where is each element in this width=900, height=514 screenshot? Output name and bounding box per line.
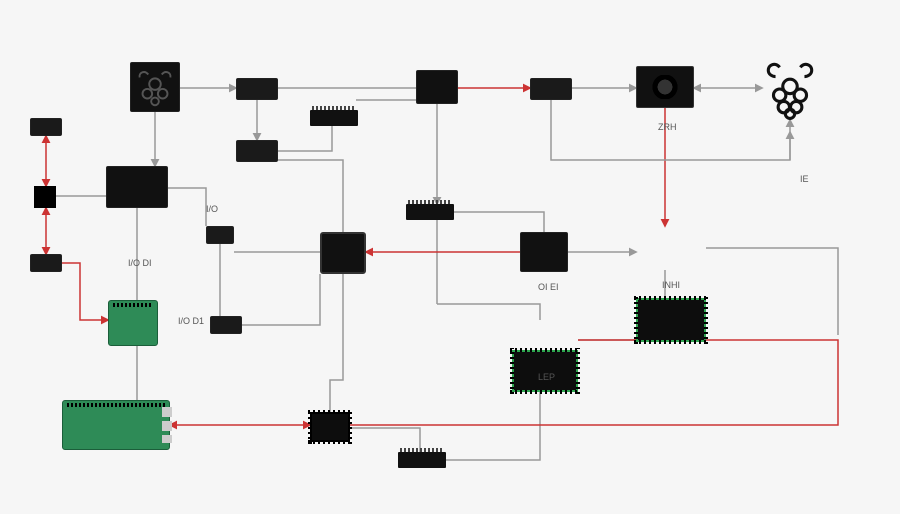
connection bbox=[168, 188, 206, 226]
component-n_bar2 bbox=[406, 204, 454, 220]
component-n_soc1 bbox=[106, 166, 168, 208]
connection bbox=[62, 263, 108, 320]
connection bbox=[706, 248, 838, 335]
node-label: ZRH bbox=[658, 122, 677, 132]
raspberry-pi-logo-icon bbox=[762, 58, 818, 120]
component-n_bar3 bbox=[398, 452, 446, 468]
component-n_chipG1 bbox=[512, 350, 578, 392]
connection bbox=[278, 160, 343, 232]
node-label: IE bbox=[800, 174, 809, 184]
component-n_mod_a2 bbox=[236, 140, 278, 162]
component-n_chipG2 bbox=[636, 298, 706, 342]
connection bbox=[278, 126, 332, 151]
component-n_mod_b bbox=[416, 70, 458, 104]
component-n_s_tl1 bbox=[30, 118, 62, 136]
component-n_cam bbox=[636, 66, 694, 108]
node-label: I/O bbox=[206, 204, 218, 214]
node-label: I/O DI bbox=[128, 258, 152, 268]
component-n_mod_a1 bbox=[236, 78, 278, 100]
connection bbox=[330, 274, 343, 412]
connection bbox=[437, 304, 540, 320]
component-n_rpi_tile bbox=[130, 62, 180, 112]
component-n_rpi_big bbox=[62, 400, 170, 450]
node-label: INHI bbox=[662, 280, 680, 290]
connection bbox=[350, 340, 838, 425]
component-n_rpi_sm bbox=[108, 300, 158, 346]
node-label: OI EI bbox=[538, 282, 559, 292]
diagram-canvas: { "nodes": [ {"id":"n_rpi_tile", "kind":… bbox=[0, 0, 900, 514]
connection bbox=[242, 274, 320, 325]
component-n_s_tl2 bbox=[30, 254, 62, 272]
component-n_s_m2 bbox=[210, 316, 242, 334]
node-label: LEP bbox=[538, 372, 555, 382]
component-n_tiny bbox=[34, 186, 56, 208]
node-label: I/O D1 bbox=[178, 316, 204, 326]
component-n_sq2 bbox=[520, 232, 568, 272]
component-n_bar1 bbox=[310, 110, 358, 126]
component-n_s_m1 bbox=[206, 226, 234, 244]
component-n_mod_c bbox=[530, 78, 572, 100]
component-n_square bbox=[320, 232, 366, 274]
component-n_chip_sm bbox=[310, 412, 350, 442]
connection bbox=[454, 212, 544, 232]
